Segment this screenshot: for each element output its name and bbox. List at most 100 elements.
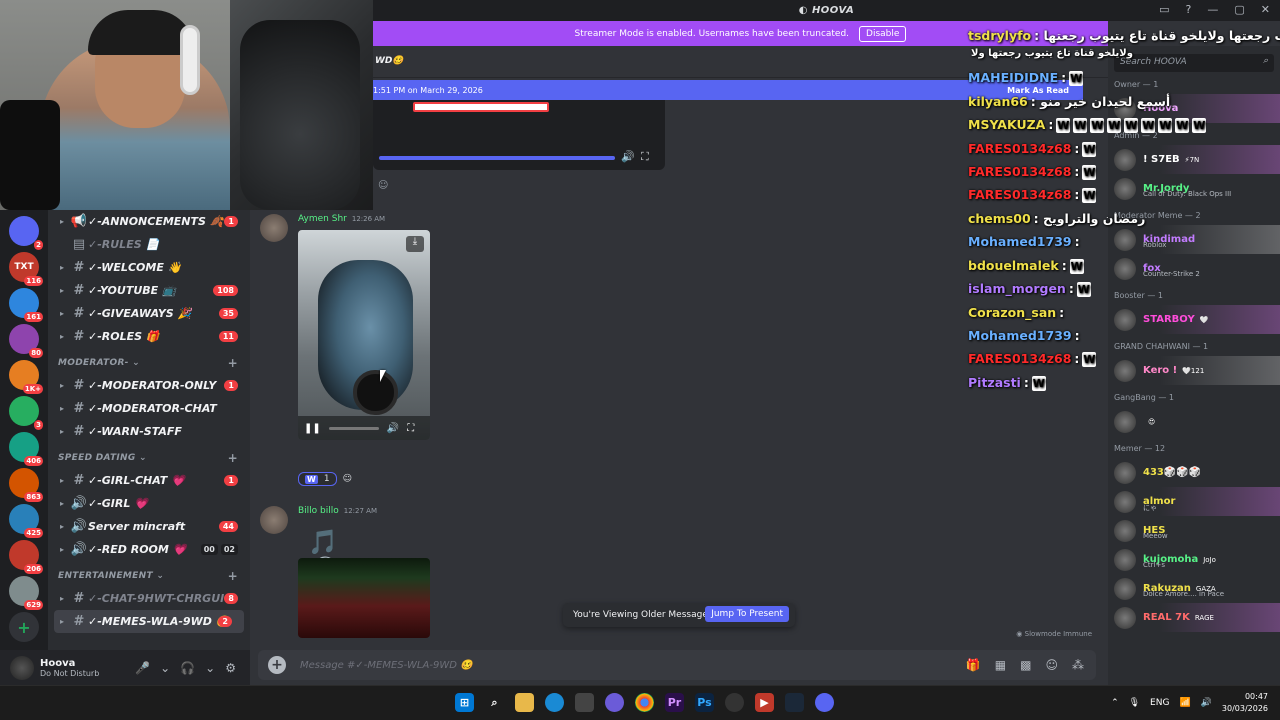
member-item[interactable]: HES Meeow <box>1108 516 1280 545</box>
channel-item[interactable]: ▸ # ✓-YOUTUBE 📺 108 <box>48 279 250 302</box>
edge-icon[interactable] <box>545 693 564 712</box>
channel-item[interactable]: ▸ # ✓-ROLES 🎁 11 <box>48 325 250 348</box>
search-icon[interactable]: ⌕ <box>485 693 504 712</box>
server-icon[interactable]: 161 <box>9 288 43 322</box>
server-icon[interactable]: TXT 116 <box>9 252 43 286</box>
channel-item[interactable]: ▤ ✓-RULES 📄 <box>48 233 250 256</box>
wifi-icon[interactable]: 📶 <box>1179 698 1190 708</box>
member-item[interactable]: kindimad Roblox <box>1108 225 1280 254</box>
member-item[interactable]: Kero ! 🤍121 <box>1108 356 1280 385</box>
sticker-icon[interactable]: ▩ <box>1020 658 1031 672</box>
video-attachment[interactable]: ⤓ ❚❚ 🔊 ⛶ <box>298 230 430 440</box>
member-item[interactable]: ! S7EB ⚡7N <box>1108 145 1280 174</box>
channel-item[interactable]: ▸ # ✓-GIRL-CHAT 💗 1 <box>48 469 250 492</box>
member-item[interactable]: kujomoha JoJo Ctrl+s <box>1108 545 1280 574</box>
category-entertainment[interactable]: ENTERTAINEMENT ⌄ + <box>48 565 250 587</box>
server-icon[interactable]: 863 <box>9 468 43 502</box>
avatar[interactable] <box>1114 490 1136 513</box>
language-indicator[interactable]: ENG <box>1150 698 1169 708</box>
avatar[interactable] <box>1114 577 1136 600</box>
chrome-icon[interactable] <box>635 693 654 712</box>
add-channel-icon[interactable]: + <box>228 569 238 583</box>
minimize-button[interactable]: — <box>1207 3 1218 16</box>
member-item[interactable]: STARBOY 🤍 <box>1108 305 1280 334</box>
category-speed-dating[interactable]: SPEED DATING ⌄ + <box>48 447 250 469</box>
help-icon[interactable]: ? <box>1186 3 1192 16</box>
gift-icon[interactable]: 🎁 <box>966 658 981 672</box>
fullscreen-icon[interactable]: ⛶ <box>407 423 414 434</box>
download-icon[interactable]: ⤓ <box>406 236 424 252</box>
avatar[interactable] <box>10 655 34 680</box>
gif-icon[interactable]: ▦ <box>995 658 1006 672</box>
inbox-icon[interactable]: ▭ <box>1159 3 1169 16</box>
channel-item[interactable]: ▸ # ✓-MODERATOR-ONLY 1 <box>48 374 250 397</box>
avatar[interactable] <box>1114 410 1136 433</box>
pause-icon[interactable]: ❚❚ <box>304 423 321 434</box>
channel-item[interactable]: ▸ 🔊 ✓-RED ROOM 💗 00 02 <box>48 538 250 561</box>
premiere-icon[interactable]: Pr <box>665 693 684 712</box>
channel-item[interactable]: ▸ 🔊 ✓-GIRL 💗 <box>48 492 250 515</box>
image-attachment[interactable] <box>298 558 430 638</box>
server-icon[interactable]: 629 <box>9 576 43 610</box>
message-composer[interactable]: + Message #✓-MEMES-WLA-9WD 🥴 🎁 ▦ ▩ ☺ ⁂ <box>258 650 1096 680</box>
attach-plus-button[interactable]: + <box>268 656 286 674</box>
gear-icon[interactable]: ⚙ <box>225 661 236 675</box>
server-icon[interactable]: 206 <box>9 540 43 574</box>
add-channel-icon[interactable]: + <box>228 356 238 370</box>
disable-button[interactable]: Disable <box>859 25 907 42</box>
avatar[interactable] <box>1114 148 1136 171</box>
channel-item[interactable]: ▸ # ✓-GIVEAWAYS 🎉 35 <box>48 302 250 325</box>
obs-icon[interactable] <box>725 693 744 712</box>
messenger-icon[interactable] <box>605 693 624 712</box>
member-item[interactable]: 😍 <box>1108 407 1280 436</box>
avatar[interactable] <box>1114 519 1136 542</box>
clock[interactable]: 00:47 30/03/2026 <box>1222 691 1268 715</box>
server-icon[interactable]: 1K+ <box>9 360 43 394</box>
store-icon[interactable] <box>575 693 594 712</box>
member-item[interactable]: fox Counter-Strike 2 <box>1108 254 1280 283</box>
volume-icon[interactable]: 🔊 <box>1201 698 1212 708</box>
video-progress-bar[interactable] <box>379 156 615 160</box>
chevron-down-icon[interactable]: ⌄ <box>160 661 170 675</box>
server-icon[interactable]: 406 <box>9 432 43 466</box>
category-moderator[interactable]: MODERATOR- ⌄ + <box>48 352 250 374</box>
member-item[interactable]: almor にゃ <box>1108 487 1280 516</box>
avatar[interactable] <box>1114 308 1136 331</box>
emoji-icon[interactable]: ☺ <box>1045 658 1058 672</box>
previous-video-attachment[interactable]: 🔊 ⛶ <box>373 100 665 170</box>
microphone-icon[interactable]: 🎙 <box>1129 698 1140 708</box>
avatar[interactable] <box>1114 228 1136 251</box>
search-input[interactable]: Search HOOVA ⌕ <box>1114 54 1274 72</box>
fullscreen-icon[interactable]: ⛶ <box>641 150 649 164</box>
close-button[interactable]: ✕ <box>1261 3 1270 16</box>
channel-item[interactable]: ▸ 📢 ✓-ANNONCEMENTS 🍂 1 <box>48 210 250 233</box>
channel-item[interactable]: ▸ 🔊 Server mincraft 44 <box>48 515 250 538</box>
discord-icon[interactable] <box>815 693 834 712</box>
avatar[interactable] <box>260 506 288 534</box>
apps-icon[interactable]: ⁂ <box>1072 658 1084 672</box>
avatar[interactable] <box>1114 606 1136 629</box>
chevron-down-icon[interactable]: ⌄ <box>205 661 215 675</box>
video-timeline[interactable] <box>328 426 379 430</box>
member-item[interactable]: 433🎲🎲🎲 <box>1108 458 1280 487</box>
member-item[interactable]: Rakuzan GAZA Dolce Amore.... in Pace <box>1108 574 1280 603</box>
channel-item[interactable]: ▸ # ✓-WELCOME 👋 <box>48 256 250 279</box>
server-icon[interactable]: 80 <box>9 324 43 358</box>
chevron-up-icon[interactable]: ⌃ <box>1111 698 1119 708</box>
file-explorer-icon[interactable] <box>515 693 534 712</box>
add-server-icon[interactable]: + <box>9 612 39 642</box>
headphones-icon[interactable]: 🎧 <box>180 661 195 675</box>
channel-item[interactable]: ▸ # ✓-CHAT-9HWT-CHRGUI 8 <box>48 587 250 610</box>
emoji-reaction-icon[interactable]: ☺ <box>378 180 388 191</box>
avatar[interactable] <box>1114 548 1136 571</box>
server-icon[interactable]: 3 <box>9 396 43 430</box>
channel-item[interactable]: ▸ # ✓-MODERATOR-CHAT <box>48 397 250 420</box>
volume-icon[interactable]: 🔊 <box>387 423 399 434</box>
avatar[interactable] <box>1114 177 1136 200</box>
jump-to-present-button[interactable]: Jump To Present <box>705 606 789 622</box>
reaction-w[interactable]: W1 <box>298 472 337 486</box>
message-input[interactable]: Message #✓-MEMES-WLA-9WD 🥴 <box>300 660 473 671</box>
media-player-icon[interactable]: ▶ <box>755 693 774 712</box>
steam-icon[interactable] <box>785 693 804 712</box>
photoshop-icon[interactable]: Ps <box>695 693 714 712</box>
